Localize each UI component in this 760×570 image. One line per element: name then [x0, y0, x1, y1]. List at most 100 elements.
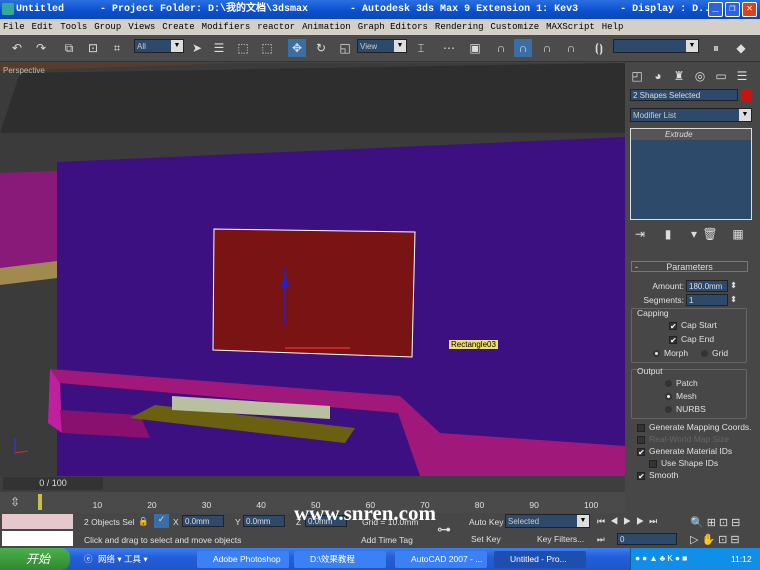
close-button[interactable]: ✕ — [742, 2, 757, 17]
minimize-button[interactable]: _ — [708, 2, 723, 17]
set-key-button[interactable]: Set Key — [471, 534, 501, 544]
object-color-swatch[interactable] — [741, 89, 752, 101]
task-3dsmax[interactable]: Untitled - Pro... — [494, 551, 586, 568]
reference-coord-dropdown[interactable]: View ▼ — [357, 39, 407, 53]
window-crossing-icon[interactable]: ⬚ — [258, 39, 276, 57]
generate-mapping-checkbox[interactable]: Generate Mapping Coords. — [637, 422, 752, 432]
viewport-label[interactable]: Perspective — [3, 66, 45, 75]
menu-customize[interactable]: Customize — [491, 22, 540, 32]
bind-spacewarp-icon[interactable]: ⌗ — [108, 39, 126, 57]
current-frame-input[interactable]: 0 — [617, 533, 677, 545]
absolute-mode-icon[interactable]: ✓ — [154, 514, 169, 528]
show-end-result-icon[interactable]: ▮ — [659, 225, 677, 243]
viewport-nav-controls-2[interactable]: ▷✋⊡⊟ — [690, 533, 743, 546]
percent-snap-icon[interactable]: ∩ — [538, 39, 556, 57]
display-tab-icon[interactable]: ▭ — [712, 67, 730, 85]
menu-tools[interactable]: Tools — [60, 22, 87, 32]
menu-edit[interactable]: Edit — [32, 22, 54, 32]
tray-icons[interactable]: ●●▲♣K●■ — [635, 553, 689, 563]
undo-icon[interactable]: ↶ — [8, 39, 26, 57]
time-slider-thumb[interactable]: 0 / 100 — [3, 477, 103, 490]
motion-tab-icon[interactable]: ◎ — [691, 67, 709, 85]
playback-controls[interactable]: ⏮◀▶▶⏭ — [597, 516, 662, 527]
select-by-name-icon[interactable]: ☰ — [210, 39, 228, 57]
key-filters-button[interactable]: Key Filters... — [537, 534, 584, 544]
edit-named-selection-icon[interactable]: ⦗⦘ — [590, 39, 608, 57]
remove-modifier-icon[interactable]: 🗑 — [701, 225, 719, 243]
smooth-checkbox[interactable]: ✔ Smooth — [637, 470, 678, 480]
y-coordinate-input[interactable]: 0.0mm — [243, 515, 285, 527]
create-tab-icon[interactable]: ◰ — [628, 67, 646, 85]
task-folder[interactable]: D:\效果教程 — [294, 551, 386, 568]
configure-sets-icon[interactable]: ▦ — [729, 225, 747, 243]
segments-spinner[interactable]: ⬍ — [730, 294, 737, 305]
maxscript-listener-mini[interactable] — [2, 514, 73, 529]
cap-start-checkbox[interactable]: ✔ Cap Start — [669, 320, 717, 330]
open-mini-curve-editor-icon[interactable]: ⇳ — [6, 493, 24, 511]
task-autocad[interactable]: AutoCAD 2007 - ... — [395, 551, 487, 568]
pin-stack-icon[interactable]: ⇥ — [631, 225, 649, 243]
stack-item-extrude[interactable]: Extrude — [631, 129, 751, 140]
move-icon[interactable]: ✥ — [288, 39, 306, 57]
menu-help[interactable]: Help — [602, 22, 624, 32]
angle-snap-icon[interactable]: ∩ — [514, 39, 532, 57]
key-mode-toggle-icon[interactable]: ⏭ — [597, 534, 605, 545]
amount-input[interactable]: 180.0mm — [686, 280, 728, 292]
mesh-radio[interactable]: Mesh — [665, 391, 697, 401]
menu-modifiers[interactable]: Modifiers — [202, 22, 251, 32]
menu-maxscript[interactable]: MAXScript — [546, 22, 595, 32]
perspective-viewport[interactable]: Perspective Rectangle03 — [0, 63, 625, 476]
generate-material-ids-checkbox[interactable]: ✔ Generate Material IDs — [637, 446, 732, 456]
morph-radio[interactable]: Morph — [653, 348, 688, 358]
add-time-tag-button[interactable]: Add Time Tag — [361, 535, 413, 545]
cap-end-checkbox[interactable]: ✔ Cap End — [669, 334, 714, 344]
start-button[interactable]: 开始 — [0, 548, 70, 570]
maxscript-listener-input[interactable] — [2, 531, 73, 546]
selection-filter-dropdown[interactable]: All ▼ — [134, 39, 184, 53]
keyboard-shortcut-icon[interactable]: ▣ — [466, 39, 484, 57]
use-shape-ids-checkbox[interactable]: Use Shape IDs — [649, 458, 718, 468]
scale-icon[interactable]: ◱ — [336, 39, 354, 57]
modifier-list-dropdown[interactable]: Modifier List ▼ — [630, 108, 752, 122]
set-key-icon[interactable]: ⊶ — [437, 521, 451, 538]
menu-views[interactable]: Views — [128, 22, 155, 32]
key-mode-dropdown[interactable]: Selected ▼ — [505, 514, 590, 528]
time-slider[interactable]: 0 / 100 — [0, 476, 625, 492]
rectangle03-panel[interactable] — [212, 228, 416, 358]
region-select-icon[interactable]: ⬚ — [234, 39, 252, 57]
modifier-stack[interactable]: Extrude — [630, 128, 752, 220]
mirror-icon[interactable]: ⏸ — [707, 39, 725, 57]
quick-launch-toolbar[interactable]: 网络 ▾ 工具 ▾ — [98, 553, 148, 565]
lock-selection-icon[interactable]: 🔒 — [138, 516, 149, 527]
amount-spinner[interactable]: ⬍ — [730, 280, 737, 291]
menu-rendering[interactable]: Rendering — [435, 22, 484, 32]
menu-graph-editors[interactable]: Graph Editors — [358, 22, 428, 32]
menu-create[interactable]: Create — [162, 22, 194, 32]
utilities-tab-icon[interactable]: ☰ — [733, 67, 751, 85]
named-selection-dropdown[interactable]: ▼ — [613, 39, 699, 53]
task-photoshop[interactable]: Adobe Photoshop — [197, 551, 289, 568]
grid-radio[interactable]: Grid — [701, 348, 728, 358]
auto-key-button[interactable]: Auto Key — [469, 517, 504, 527]
select-icon[interactable]: ➤ — [188, 39, 206, 57]
real-world-map-checkbox[interactable]: Real-World Map Size — [637, 434, 729, 444]
patch-radio[interactable]: Patch — [665, 378, 698, 388]
nurbs-radio[interactable]: NURBS — [665, 404, 706, 414]
x-coordinate-input[interactable]: 0.0mm — [182, 515, 224, 527]
spinner-snap-icon[interactable]: ∩ — [562, 39, 580, 57]
link-icon[interactable]: ⧉ — [60, 39, 78, 57]
maximize-button[interactable]: ❐ — [725, 2, 740, 17]
object-name-field[interactable]: 2 Shapes Selected — [630, 89, 738, 101]
menu-reactor[interactable]: reactor — [257, 22, 295, 32]
ie-icon[interactable]: ⓔ — [84, 553, 93, 565]
menu-group[interactable]: Group — [94, 22, 121, 32]
snap-icon[interactable]: ∩ — [492, 39, 510, 57]
manipulate-icon[interactable]: ⋯ — [440, 39, 458, 57]
pivot-center-icon[interactable]: ⌶ — [412, 39, 430, 57]
parameters-rollout-header[interactable]: - Parameters — [631, 261, 748, 272]
unlink-icon[interactable]: ⊡ — [84, 39, 102, 57]
menu-animation[interactable]: Animation — [302, 22, 351, 32]
redo-icon[interactable]: ↷ — [32, 39, 50, 57]
modify-tab-icon[interactable]: ◕ — [649, 67, 667, 85]
hierarchy-tab-icon[interactable]: ♜ — [670, 67, 688, 85]
